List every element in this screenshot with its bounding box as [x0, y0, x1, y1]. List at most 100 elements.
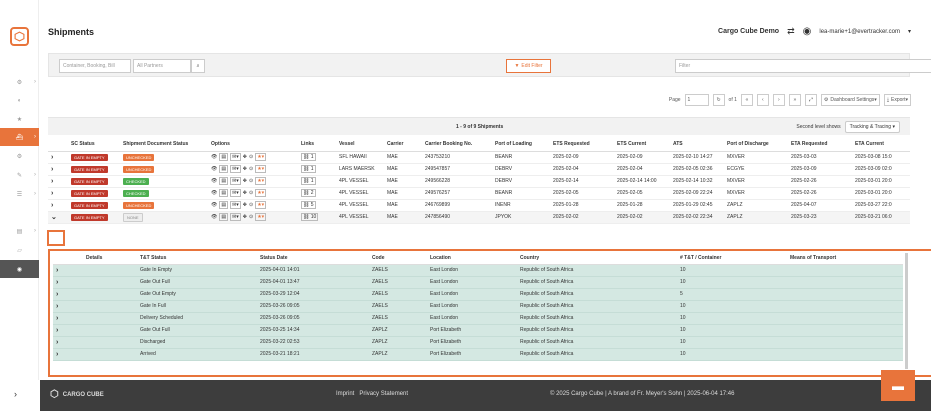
- detail-scrollbar[interactable]: [905, 253, 908, 369]
- star-icon[interactable]: ★▾: [255, 177, 267, 185]
- chevron-right-icon[interactable]: ›: [56, 351, 58, 358]
- document-icon[interactable]: ▤: [219, 153, 229, 161]
- links-button[interactable]: ⛓ 1: [301, 153, 316, 161]
- table-row[interactable]: › GATE IN EMPTY UNCHECKED 👁 ▤ ✉▾ ✥ ⊙ ★▾ ⛓ 1 LARS M…: [48, 163, 910, 176]
- settings-icon[interactable]: ✥: [243, 202, 247, 208]
- document-icon[interactable]: ▤: [219, 201, 229, 209]
- mail-icon[interactable]: ✉▾: [230, 165, 241, 173]
- document-icon[interactable]: ▤: [219, 165, 229, 173]
- chevron-right-icon[interactable]: ›: [56, 327, 58, 334]
- column-header[interactable]: Options: [208, 138, 298, 152]
- mail-icon[interactable]: ✉▾: [230, 153, 241, 161]
- column-header[interactable]: ETA Current: [852, 138, 910, 152]
- links-button[interactable]: ⛓ 1: [301, 165, 316, 173]
- chevron-right-icon[interactable]: ›: [56, 267, 58, 274]
- document-icon[interactable]: ▤: [219, 213, 229, 221]
- column-header[interactable]: Carrier Booking No.: [422, 138, 492, 152]
- doc-status-badge[interactable]: UNCHECKED: [123, 201, 155, 209]
- detail-row[interactable]: › Gate In Empty 2025-04-01 14:01 ZAELS East …: [53, 264, 903, 277]
- links-button[interactable]: ⛓ 10: [301, 213, 319, 221]
- eye-icon[interactable]: 👁: [211, 166, 217, 172]
- detail-row[interactable]: › Discharged 2025-03-22 02:53 ZAPLZ Port Eli…: [53, 336, 903, 349]
- detail-row[interactable]: › Gate Out Full 2025-03-25 14:34 ZAPLZ Port …: [53, 324, 903, 337]
- filter-select[interactable]: Filter ▾: [675, 59, 931, 73]
- chevron-right-icon[interactable]: ›: [56, 315, 58, 322]
- column-header[interactable]: ETS Requested: [550, 138, 614, 152]
- settings-icon[interactable]: ✥: [243, 178, 247, 184]
- eye-icon[interactable]: 👁: [211, 202, 217, 208]
- clock-icon[interactable]: ⊙: [249, 166, 253, 172]
- sidebar-item-archive[interactable]: ▱: [0, 241, 39, 259]
- star-icon[interactable]: ★▾: [255, 201, 267, 209]
- column-header[interactable]: Port of Discharge: [724, 138, 788, 152]
- eye-icon[interactable]: 👁: [211, 190, 217, 196]
- eye-icon[interactable]: 👁: [211, 214, 217, 220]
- sidebar-item-documents[interactable]: ☰ ›: [0, 185, 39, 203]
- doc-status-badge[interactable]: CHECKED: [123, 177, 149, 185]
- chevron-right-icon[interactable]: ›: [51, 202, 53, 209]
- chevron-right-icon[interactable]: ›: [56, 291, 58, 298]
- chevron-down-icon[interactable]: ⌄: [51, 214, 57, 221]
- doc-status-badge[interactable]: UNCHECKED: [123, 165, 155, 173]
- first-page-icon[interactable]: «: [740, 94, 753, 106]
- partners-select[interactable]: All Partners: [133, 59, 191, 73]
- sidebar-item-tools[interactable]: ◉: [0, 260, 39, 278]
- column-header[interactable]: ETA Requested: [788, 138, 852, 152]
- search-input[interactable]: Container, Booking, Bill: [59, 59, 131, 73]
- user-email[interactable]: lea-marie+1@evertracker.com: [819, 29, 900, 35]
- document-icon[interactable]: ▤: [219, 189, 229, 197]
- settings-icon[interactable]: ✥: [243, 154, 247, 160]
- detail-row[interactable]: › Delivery Scheduled 2025-03-26 09:05 ZAELS…: [53, 312, 903, 325]
- search-icon[interactable]: ⌕: [191, 59, 205, 73]
- settings-icon[interactable]: ✥: [243, 214, 247, 220]
- clock-icon[interactable]: ⊙: [249, 178, 253, 184]
- expand-icon[interactable]: ⤢: [804, 94, 817, 106]
- chevron-right-icon[interactable]: ›: [51, 178, 53, 185]
- star-icon[interactable]: ★▾: [255, 213, 267, 221]
- doc-status-badge[interactable]: CHECKED: [123, 189, 149, 197]
- column-header[interactable]: Shipment Document Status: [120, 138, 208, 152]
- column-header[interactable]: Carrier: [384, 138, 422, 152]
- next-page-icon[interactable]: ›: [772, 94, 785, 106]
- chevron-down-icon[interactable]: ▾: [908, 28, 911, 35]
- table-row[interactable]: › GATE IN EMPTY CHECKED 👁 ▤ ✉▾ ✥ ⊙ ★▾ ⛓ 2 4PL VESS…: [48, 187, 910, 200]
- settings-icon[interactable]: ✥: [243, 190, 247, 196]
- column-header[interactable]: ATS: [670, 138, 724, 152]
- star-icon[interactable]: ★▾: [255, 189, 267, 197]
- sidebar-item-reports[interactable]: ▤ ›: [0, 222, 39, 240]
- table-row[interactable]: › GATE IN EMPTY UNCHECKED 👁 ▤ ✉▾ ✥ ⊙ ★▾ ⛓ 5 4PL VE…: [48, 199, 910, 212]
- eye-icon[interactable]: 👁: [211, 154, 217, 160]
- column-header[interactable]: ETS Current: [614, 138, 670, 152]
- doc-status-badge[interactable]: UNCHECKED: [123, 153, 155, 161]
- refresh-icon[interactable]: ↻: [712, 94, 725, 106]
- column-header[interactable]: Links: [298, 138, 336, 152]
- sidebar-item-network[interactable]: ⚙: [0, 147, 39, 165]
- column-header[interactable]: SC Status: [68, 138, 120, 152]
- sidebar-item-shipments[interactable]: ⛴ ›: [0, 128, 39, 146]
- chevron-right-icon[interactable]: ›: [51, 166, 53, 173]
- table-row[interactable]: › GATE IN EMPTY CHECKED 👁 ▤ ✉▾ ✥ ⊙ ★▾ ⛓ 1 4PL VESS…: [48, 175, 910, 188]
- clock-icon[interactable]: ⊙: [249, 202, 253, 208]
- detail-row[interactable]: › Arrived 2025-03-21 18:21 ZAPLZ Port Elizab…: [53, 348, 903, 361]
- prev-page-icon[interactable]: ‹: [756, 94, 769, 106]
- page-input[interactable]: 1: [684, 94, 709, 106]
- clock-icon[interactable]: ⊙: [249, 190, 253, 196]
- mail-icon[interactable]: ✉▾: [230, 213, 241, 221]
- sidebar-item-settings[interactable]: ⚙ ›: [0, 73, 39, 91]
- clock-icon[interactable]: ⊙: [249, 214, 253, 220]
- chevron-right-icon[interactable]: ›: [51, 154, 53, 161]
- chat-button[interactable]: ▬: [881, 370, 915, 401]
- star-icon[interactable]: ★▾: [255, 165, 267, 173]
- table-row[interactable]: ⌄ GATE IN EMPTY NONE 👁 ▤ ✉▾ ✥ ⊙ ★▾ ⛓ 10 4PL VESSEL…: [48, 211, 910, 224]
- mail-icon[interactable]: ✉▾: [230, 189, 241, 197]
- dashboard-settings-button[interactable]: ⚙ Dashboard Settings ▾: [820, 94, 880, 106]
- links-button[interactable]: ⛓ 5: [301, 201, 316, 209]
- second-level-select[interactable]: Tracking & Tracing ▾: [844, 121, 900, 133]
- document-icon[interactable]: ▤: [219, 177, 229, 185]
- chevron-right-icon[interactable]: ›: [51, 190, 53, 197]
- privacy-link[interactable]: Privacy Statement: [359, 391, 408, 397]
- detail-row[interactable]: › Gate Out Empty 2025-03-29 12:04 ZAELS East…: [53, 288, 903, 301]
- settings-icon[interactable]: ✥: [243, 166, 247, 172]
- eye-icon[interactable]: 👁: [211, 178, 217, 184]
- doc-status-badge[interactable]: NONE: [123, 212, 143, 222]
